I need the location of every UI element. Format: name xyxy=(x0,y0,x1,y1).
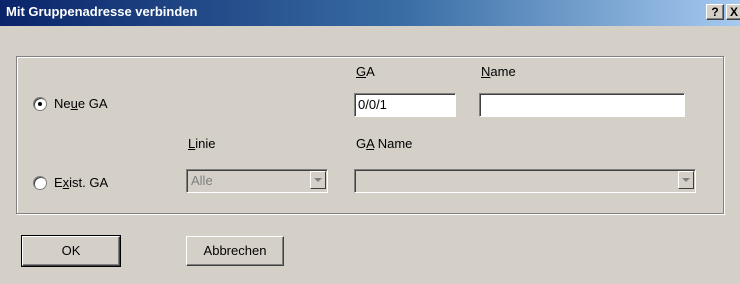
ok-button[interactable]: OK xyxy=(21,235,121,267)
close-icon: X xyxy=(729,5,738,19)
chevron-down-icon[interactable] xyxy=(678,171,694,189)
ga-name-dropdown[interactable] xyxy=(354,169,696,193)
title-bar: Mit Gruppenadresse verbinden ? X xyxy=(0,0,740,26)
window-title: Mit Gruppenadresse verbinden xyxy=(6,4,198,19)
help-icon: ? xyxy=(711,5,719,19)
ga-label: GA xyxy=(356,64,375,79)
exist-ga-radio[interactable] xyxy=(33,176,47,190)
ga-input[interactable]: 0/0/1 xyxy=(354,93,456,117)
cancel-button[interactable]: Abbrechen xyxy=(186,236,284,266)
name-label: Name xyxy=(481,64,516,79)
linie-label: Linie xyxy=(188,136,216,151)
linie-value: Alle xyxy=(191,173,213,188)
neue-ga-label[interactable]: Neue GA xyxy=(54,96,107,111)
exist-ga-label[interactable]: Exist. GA xyxy=(54,175,108,190)
linie-dropdown[interactable]: Alle xyxy=(186,169,328,193)
close-button[interactable]: X xyxy=(726,4,740,20)
ga-name-label: GA Name xyxy=(356,136,413,151)
help-button[interactable]: ? xyxy=(706,4,724,20)
chevron-down-icon[interactable] xyxy=(310,171,326,189)
name-input[interactable] xyxy=(479,93,685,117)
neue-ga-radio[interactable] xyxy=(33,97,47,111)
